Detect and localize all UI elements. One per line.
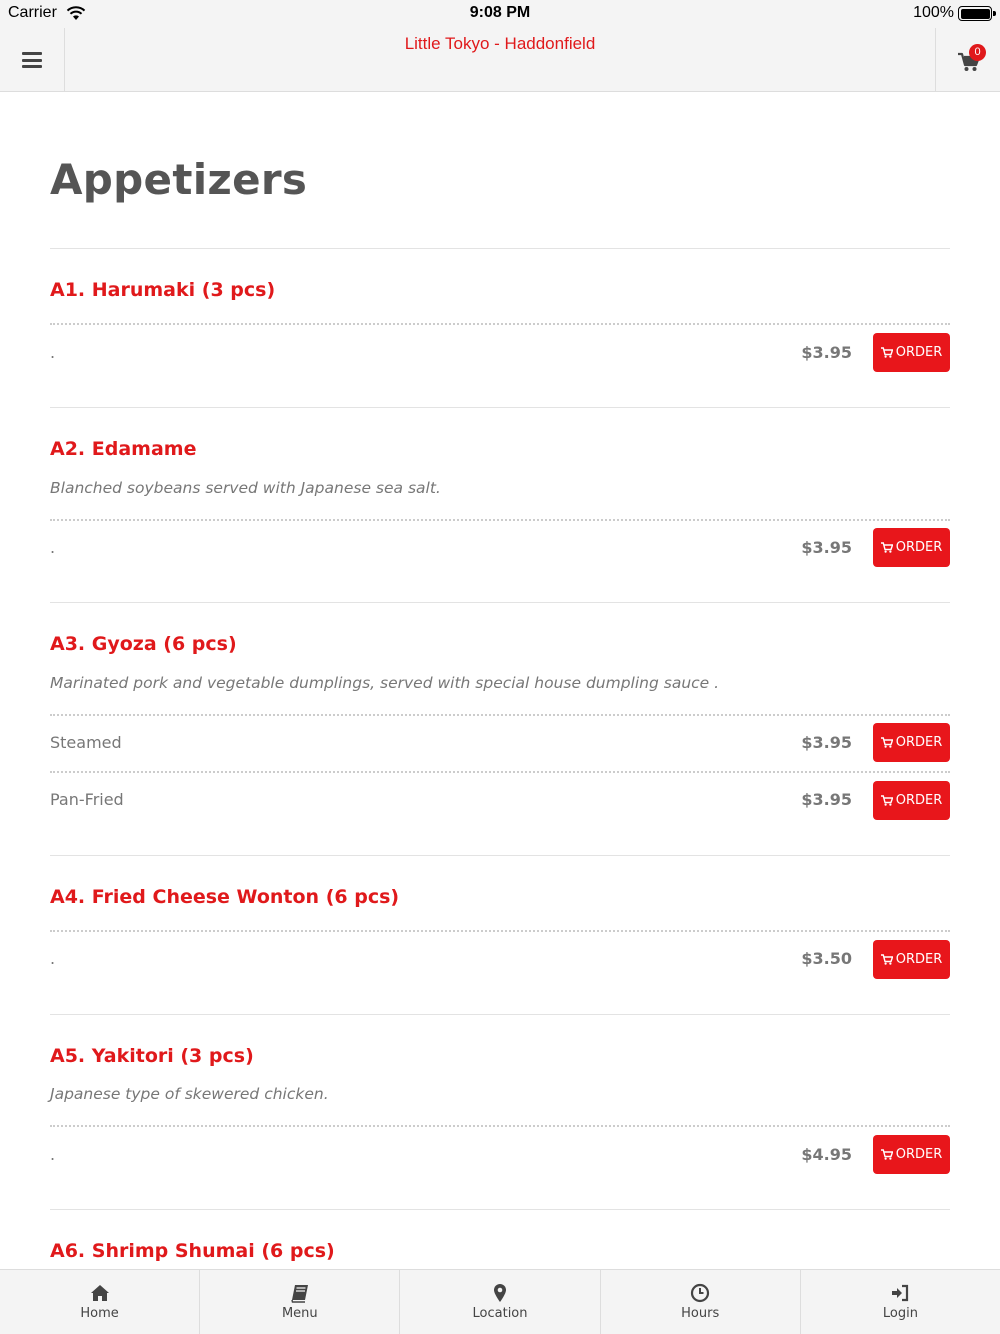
map-pin-icon xyxy=(494,1284,506,1302)
nav-menu[interactable]: Menu xyxy=(200,1270,401,1334)
price: $3.95 xyxy=(801,733,852,752)
dotted-divider xyxy=(50,323,950,325)
option-label: . xyxy=(50,1145,56,1164)
book-icon xyxy=(291,1285,308,1303)
dotted-divider xyxy=(50,519,950,521)
price: $3.95 xyxy=(801,538,852,557)
divider xyxy=(50,602,950,603)
cart-icon xyxy=(880,347,893,358)
clock-time: 9:08 PM xyxy=(469,4,531,21)
item-description: Japanese type of skewered chicken. xyxy=(50,1085,329,1103)
item-name[interactable]: A6. Shrimp Shumai (6 pcs) xyxy=(50,1240,335,1262)
divider xyxy=(50,407,950,408)
sign-in-icon xyxy=(892,1284,909,1302)
divider xyxy=(50,1209,950,1210)
divider xyxy=(50,1014,950,1015)
price: $3.50 xyxy=(801,949,852,968)
order-button[interactable]: ORDER xyxy=(873,333,950,372)
option-label: . xyxy=(50,538,56,557)
item-name[interactable]: A4. Fried Cheese Wonton (6 pcs) xyxy=(50,886,399,908)
cart-icon xyxy=(880,795,893,806)
restaurant-title: Little Tokyo - Haddonfield xyxy=(404,34,596,53)
dotted-divider xyxy=(50,771,950,773)
order-button[interactable]: ORDER xyxy=(873,528,950,567)
app-header: Little Tokyo - Haddonfield 0 xyxy=(0,28,1000,92)
home-icon xyxy=(90,1285,109,1301)
nav-home[interactable]: Home xyxy=(0,1270,201,1334)
cart-button[interactable]: 0 xyxy=(935,28,1000,92)
item-description: Blanched soybeans served with Japanese s… xyxy=(50,479,441,497)
menu-content[interactable]: Appetizers A1. Harumaki (3 pcs) . $3.95 … xyxy=(0,93,1000,1269)
order-button-label: ORDER xyxy=(895,793,943,808)
dotted-divider xyxy=(50,930,950,932)
order-button[interactable]: ORDER xyxy=(873,723,950,762)
hamburger-icon xyxy=(22,52,42,68)
order-button-label: ORDER xyxy=(895,735,943,750)
battery-fill xyxy=(960,8,990,19)
option-label: . xyxy=(50,343,56,362)
option-label: Steamed xyxy=(50,733,122,752)
order-button[interactable]: ORDER xyxy=(873,940,950,979)
order-button-label: ORDER xyxy=(895,1147,943,1162)
order-button[interactable]: ORDER xyxy=(873,781,950,820)
item-name[interactable]: A3. Gyoza (6 pcs) xyxy=(50,633,237,655)
dotted-divider xyxy=(50,1125,950,1127)
clock-icon xyxy=(691,1283,710,1303)
item-name[interactable]: A2. Edamame xyxy=(50,438,196,460)
battery-icon xyxy=(958,6,996,21)
order-button-label: ORDER xyxy=(895,540,943,555)
price: $4.95 xyxy=(801,1145,852,1164)
item-name[interactable]: A1. Harumaki (3 pcs) xyxy=(50,279,275,301)
bottom-nav: Home Menu Location Hours Login xyxy=(0,1269,1000,1334)
nav-hours[interactable]: Hours xyxy=(601,1270,801,1334)
option-label: . xyxy=(50,949,56,968)
order-button-label: ORDER xyxy=(895,952,943,967)
dotted-divider xyxy=(50,714,950,716)
divider xyxy=(50,248,950,249)
divider xyxy=(50,855,950,856)
status-bar: Carrier 9:08 PM 100% xyxy=(0,0,1000,28)
category-title: Appetizers xyxy=(50,155,308,204)
nav-login[interactable]: Login xyxy=(801,1270,1000,1334)
cart-icon xyxy=(880,542,893,553)
nav-location[interactable]: Location xyxy=(400,1270,601,1334)
order-button[interactable]: ORDER xyxy=(873,1135,950,1174)
order-button-label: ORDER xyxy=(895,345,943,360)
nav-home-label: Home xyxy=(80,1306,119,1321)
nav-menu-label: Menu xyxy=(281,1306,318,1321)
cart-icon xyxy=(880,737,893,748)
price: $3.95 xyxy=(801,343,852,362)
cart-icon xyxy=(880,954,893,965)
nav-login-label: Login xyxy=(882,1306,918,1321)
item-name[interactable]: A5. Yakitori (3 pcs) xyxy=(50,1045,254,1067)
item-description: Marinated pork and vegetable dumplings, … xyxy=(50,674,720,692)
battery-percent: 100% xyxy=(913,4,954,21)
option-label: Pan-Fried xyxy=(50,790,124,809)
nav-location-label: Location xyxy=(472,1306,528,1321)
price: $3.95 xyxy=(801,790,852,809)
nav-hours-label: Hours xyxy=(681,1306,720,1321)
menu-button[interactable] xyxy=(0,28,65,92)
cart-icon xyxy=(880,1149,893,1160)
cart-count-badge: 0 xyxy=(969,44,986,61)
